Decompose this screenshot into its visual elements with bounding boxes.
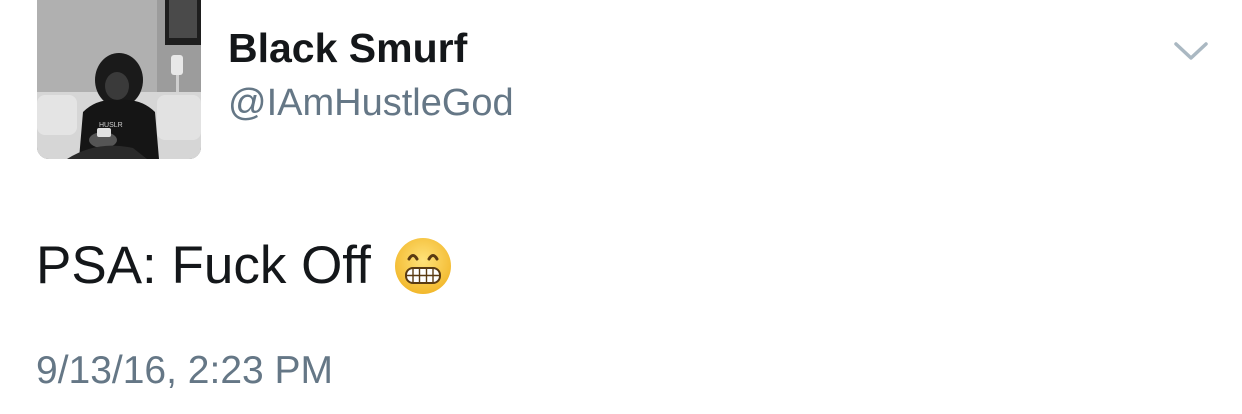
- avatar-shirt-text: HUSLR: [99, 122, 123, 129]
- avatar[interactable]: HUSLR: [37, 0, 201, 159]
- display-name[interactable]: Black Smurf: [228, 22, 467, 74]
- user-handle[interactable]: @IAmHustleGod: [228, 78, 514, 128]
- tweet-card: HUSLR Black Smurf @IAmHustleGod PSA: Fuc…: [0, 0, 1242, 414]
- grimacing-face-emoji: [393, 236, 453, 296]
- chevron-down-icon[interactable]: [1172, 38, 1210, 64]
- tweet-timestamp[interactable]: 9/13/16, 2:23 PM: [36, 346, 333, 396]
- tweet-text: PSA: Fuck Off: [36, 232, 453, 300]
- tweet-text-content: PSA: Fuck Off: [36, 236, 371, 295]
